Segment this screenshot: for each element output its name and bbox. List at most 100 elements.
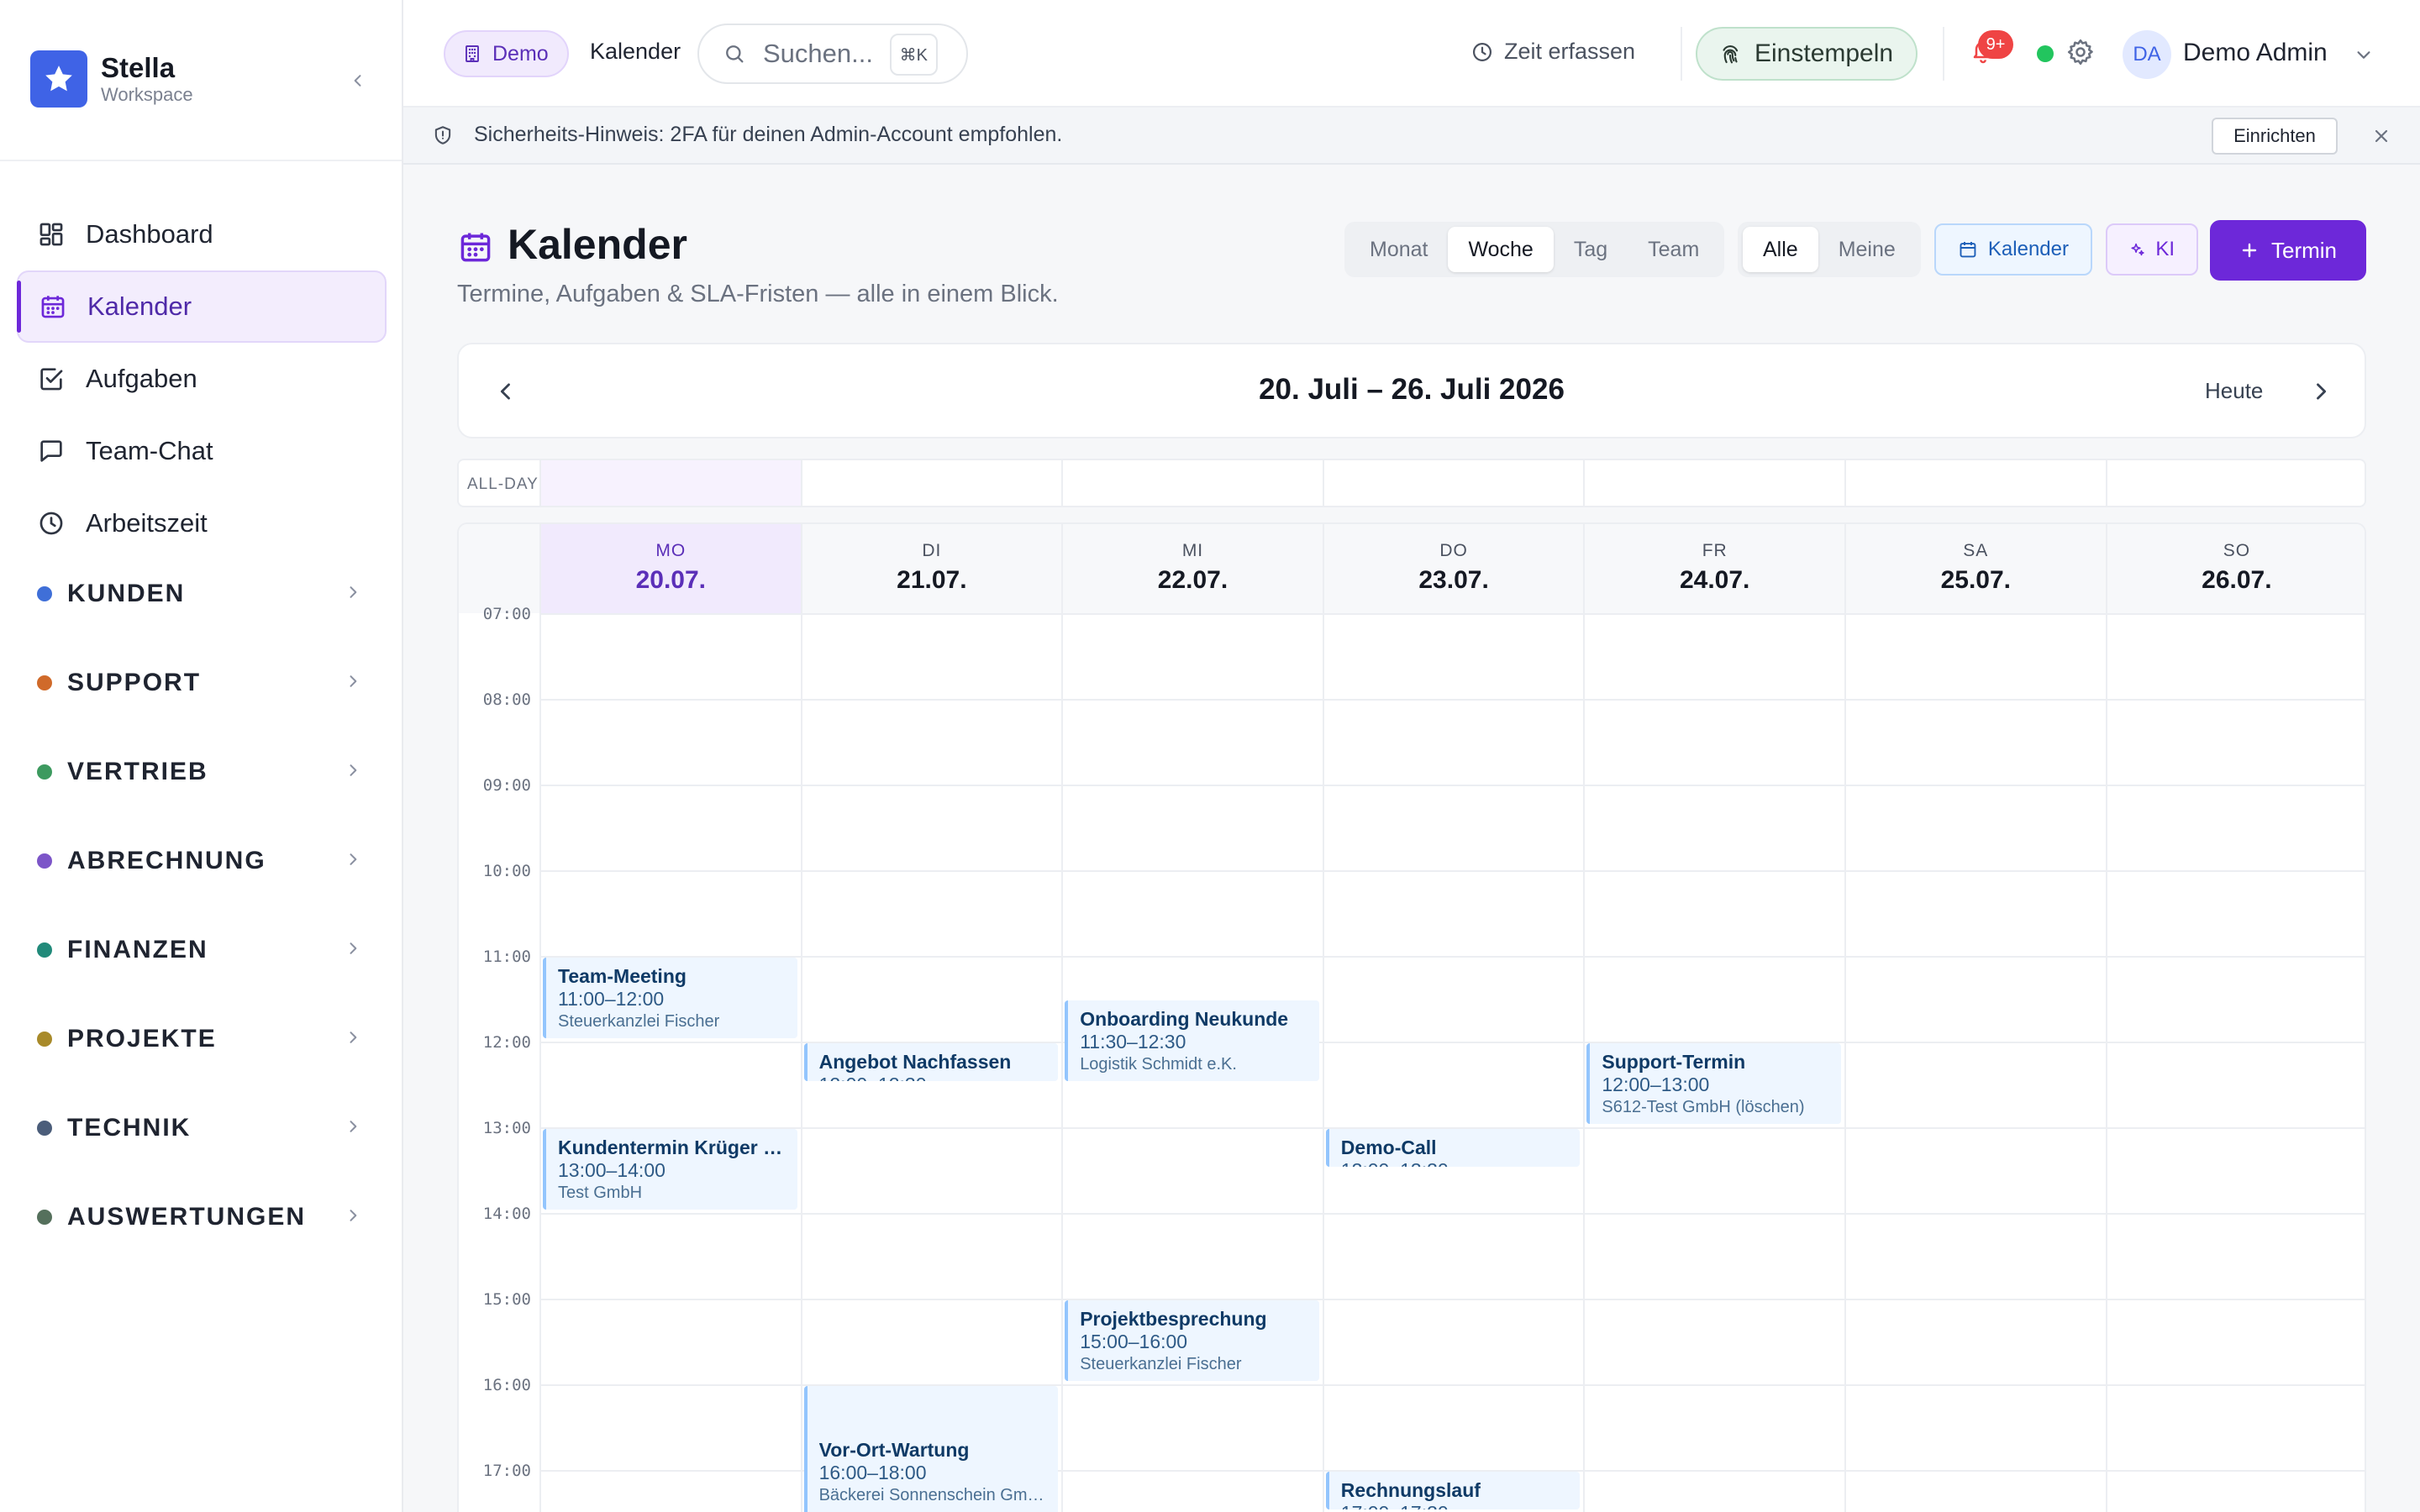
event-title: Support-Termin [1602, 1051, 1746, 1073]
chevron-right-icon [350, 1032, 357, 1043]
sidebar-group-projekte[interactable]: PROJEKTE [17, 995, 387, 1084]
search-shortcut: ⌘K [889, 34, 938, 76]
day-header[interactable]: DI 21.07. [800, 524, 1062, 613]
event-time: 16:00–18:00 [818, 1462, 927, 1483]
column-divider [1322, 613, 1324, 1512]
calendar-event[interactable]: Kundentermin Krüger GmbH13:00–14:00 Test … [543, 1129, 797, 1210]
chevron-right-icon [350, 1121, 357, 1132]
sidebar-item-label: Arbeitszeit [86, 508, 208, 538]
app-name: Stella [101, 52, 176, 83]
sidebar-group-kunden[interactable]: KUNDEN [17, 549, 387, 638]
calendar-event[interactable]: Onboarding Neukunde 11:30–12:30 Logistik S… [1065, 1000, 1319, 1081]
scope-option-meine[interactable]: Meine [1818, 227, 1916, 272]
view-option-tag[interactable]: Tag [1554, 227, 1628, 272]
time-gutter-header [459, 524, 539, 613]
sidebar-group-support[interactable]: SUPPORT [17, 638, 387, 727]
next-week-button[interactable] [2309, 380, 2333, 403]
view-switcher: Monat Woche Tag Team [1344, 222, 1725, 277]
sidebar-group-finanzen[interactable]: FINANZEN [17, 906, 387, 995]
sidebar-group-vertrieb[interactable]: VERTRIEB [17, 727, 387, 816]
all-day-cell[interactable] [800, 460, 1062, 506]
sidebar-item-kalender[interactable]: Kalender [17, 270, 387, 343]
hour-label: 15:00 [482, 1290, 531, 1309]
setup-2fa-button[interactable]: Einrichten [2212, 118, 2338, 155]
day-weekday: DI [922, 541, 942, 560]
event-title: Vor-Ort-Wartung [818, 1439, 970, 1461]
collapse-sidebar-button[interactable] [343, 66, 373, 96]
demo-badge[interactable]: Demo [444, 30, 569, 77]
avatar[interactable]: DA [2123, 30, 2171, 79]
close-icon[interactable] [2371, 126, 2391, 146]
online-status-dot [2037, 45, 2054, 62]
chevron-down-icon[interactable] [2354, 45, 2373, 64]
all-day-cell[interactable] [1844, 460, 2106, 506]
sidebar-group-abrechnung[interactable]: ABRECHNUNG [17, 816, 387, 906]
all-day-cell[interactable] [1583, 460, 1844, 506]
all-day-cell[interactable] [2105, 460, 2365, 506]
sidebar-group-auswertungen[interactable]: AUSWERTUNGEN [17, 1173, 387, 1262]
calendar-event[interactable]: Vor-Ort-Wartung 16:00–18:00 Bäckerei Sonne… [803, 1386, 1059, 1512]
all-day-cell[interactable] [539, 460, 801, 506]
view-option-woche[interactable]: Woche [1448, 227, 1554, 272]
sidebar-item-aufgaben[interactable]: Aufgaben [17, 343, 387, 415]
sidebar-group-technik[interactable]: TECHNIK [17, 1084, 387, 1173]
day-header[interactable]: SA 25.07. [1844, 524, 2106, 613]
time-track-button[interactable]: Zeit erfassen [1470, 39, 1635, 65]
scope-option-alle[interactable]: Alle [1743, 227, 1818, 272]
calendar-event[interactable]: Support-Termin 12:00–13:00 S612-Test GmbH … [1586, 1043, 1841, 1124]
breadcrumb[interactable]: Kalender [590, 39, 681, 65]
chat-icon [35, 435, 67, 467]
day-header[interactable]: MO 20.07. [539, 524, 801, 613]
user-name[interactable]: Demo Admin [2183, 39, 2328, 67]
topbar-divider [1681, 27, 1682, 81]
clock-in-button[interactable]: Einstempeln [1696, 27, 1918, 81]
sidebar-item-team-chat[interactable]: Team-Chat [17, 415, 387, 487]
today-button[interactable]: Heute [2205, 378, 2263, 404]
day-header[interactable]: MI 22.07. [1061, 524, 1323, 613]
view-option-monat[interactable]: Monat [1349, 227, 1448, 272]
event-client: Steuerkanzlei Fischer [1080, 1355, 1242, 1373]
search-input[interactable]: Suchen... ⌘K [697, 24, 968, 84]
ai-button-label: KI [2155, 238, 2175, 260]
calendar-event[interactable]: Projektbesprechung 15:00–16:00 Steuerkanzl… [1065, 1300, 1319, 1381]
new-appointment-button[interactable]: Termin [2210, 220, 2366, 281]
view-option-team[interactable]: Team [1628, 227, 1719, 272]
day-header[interactable]: FR 24.07. [1583, 524, 1844, 613]
event-time: 13:00–13:30 [1341, 1159, 1569, 1167]
column-divider [2105, 613, 2107, 1512]
week-navigator: 20. Juli – 26. Juli 2026 Heute [457, 343, 2366, 438]
all-day-cell[interactable] [1061, 460, 1323, 506]
calendar-event[interactable]: Angebot Nachfassen12:00–12:30 [803, 1043, 1059, 1081]
chevron-right-icon [350, 586, 357, 598]
hour-label: 09:00 [482, 776, 531, 795]
calendar-icon [457, 228, 494, 265]
scope-switcher: Alle Meine [1738, 222, 1921, 277]
event-time: 15:00–16:00 [1080, 1331, 1188, 1352]
brand[interactable]: Stella Workspace [30, 50, 193, 108]
calendar-event[interactable]: Demo-Call13:00–13:30 [1325, 1129, 1581, 1167]
hour-label: 12:00 [482, 1033, 531, 1052]
all-day-cell[interactable] [1322, 460, 1584, 506]
day-date: 25.07. [1940, 566, 2011, 594]
column-divider [1844, 613, 1846, 1512]
event-client: S612-Test GmbH (löschen) [1602, 1098, 1805, 1116]
calendar-event[interactable]: Rechnungslauf17:00–17:30 [1325, 1472, 1581, 1509]
sidebar-item-dashboard[interactable]: Dashboard [17, 198, 387, 270]
hour-label: 14:00 [482, 1205, 531, 1223]
ai-button[interactable]: KI [2106, 223, 2198, 276]
search-placeholder: Suchen... [763, 39, 873, 68]
day-header[interactable]: SO 26.07. [2105, 524, 2365, 613]
day-date: 20.07. [635, 566, 706, 594]
sparkle-icon [2131, 243, 2144, 256]
hour-line [539, 1213, 2365, 1215]
calendar-event[interactable]: Team-Meeting 11:00–12:00 Steuerkanzlei Fis… [543, 958, 797, 1038]
gear-icon[interactable] [2065, 37, 2096, 67]
sidebar-item-label: Dashboard [86, 219, 213, 249]
event-time: 17:00–17:30 [1341, 1502, 1569, 1509]
sidebar-item-label: Aufgaben [86, 364, 197, 393]
chevron-right-icon [350, 764, 357, 776]
day-header[interactable]: DO 23.07. [1322, 524, 1584, 613]
event-title: Projektbesprechung [1080, 1308, 1267, 1330]
day-weekday: MI [1181, 541, 1204, 560]
calendar-sync-button[interactable]: Kalender [1934, 223, 2092, 276]
